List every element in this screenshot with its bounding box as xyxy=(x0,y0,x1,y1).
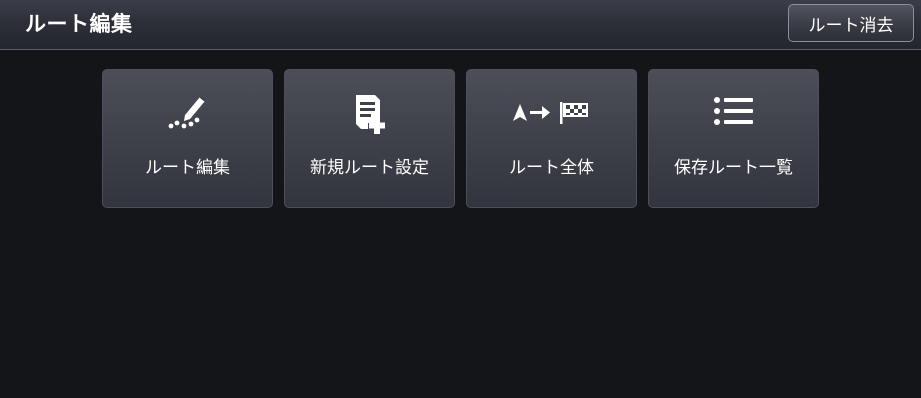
route-edit-label: ルート編集 xyxy=(145,158,230,178)
clear-route-button[interactable]: ルート消去 xyxy=(788,4,914,42)
list-icon xyxy=(649,93,818,135)
route-edit-button[interactable]: ルート編集 xyxy=(102,69,273,208)
new-route-label: 新規ルート設定 xyxy=(310,158,429,178)
whole-route-button[interactable]: ルート全体 xyxy=(466,69,637,208)
arrow-to-goal-flag-icon xyxy=(467,93,636,135)
new-route-button[interactable]: 新規ルート設定 xyxy=(284,69,455,208)
pencil-route-icon xyxy=(103,93,272,135)
route-edit-screen: ルート編集 ルート消去 ルート編集 新規ルート設定 ルート全体 保存ルート一覧 xyxy=(0,0,921,398)
saved-routes-label: 保存ルート一覧 xyxy=(674,158,793,178)
saved-routes-button[interactable]: 保存ルート一覧 xyxy=(648,69,819,208)
new-document-plus-icon xyxy=(285,93,454,135)
header-bar: ルート編集 ルート消去 xyxy=(0,0,921,50)
whole-route-label: ルート全体 xyxy=(509,158,594,178)
page-title: ルート編集 xyxy=(25,12,133,36)
